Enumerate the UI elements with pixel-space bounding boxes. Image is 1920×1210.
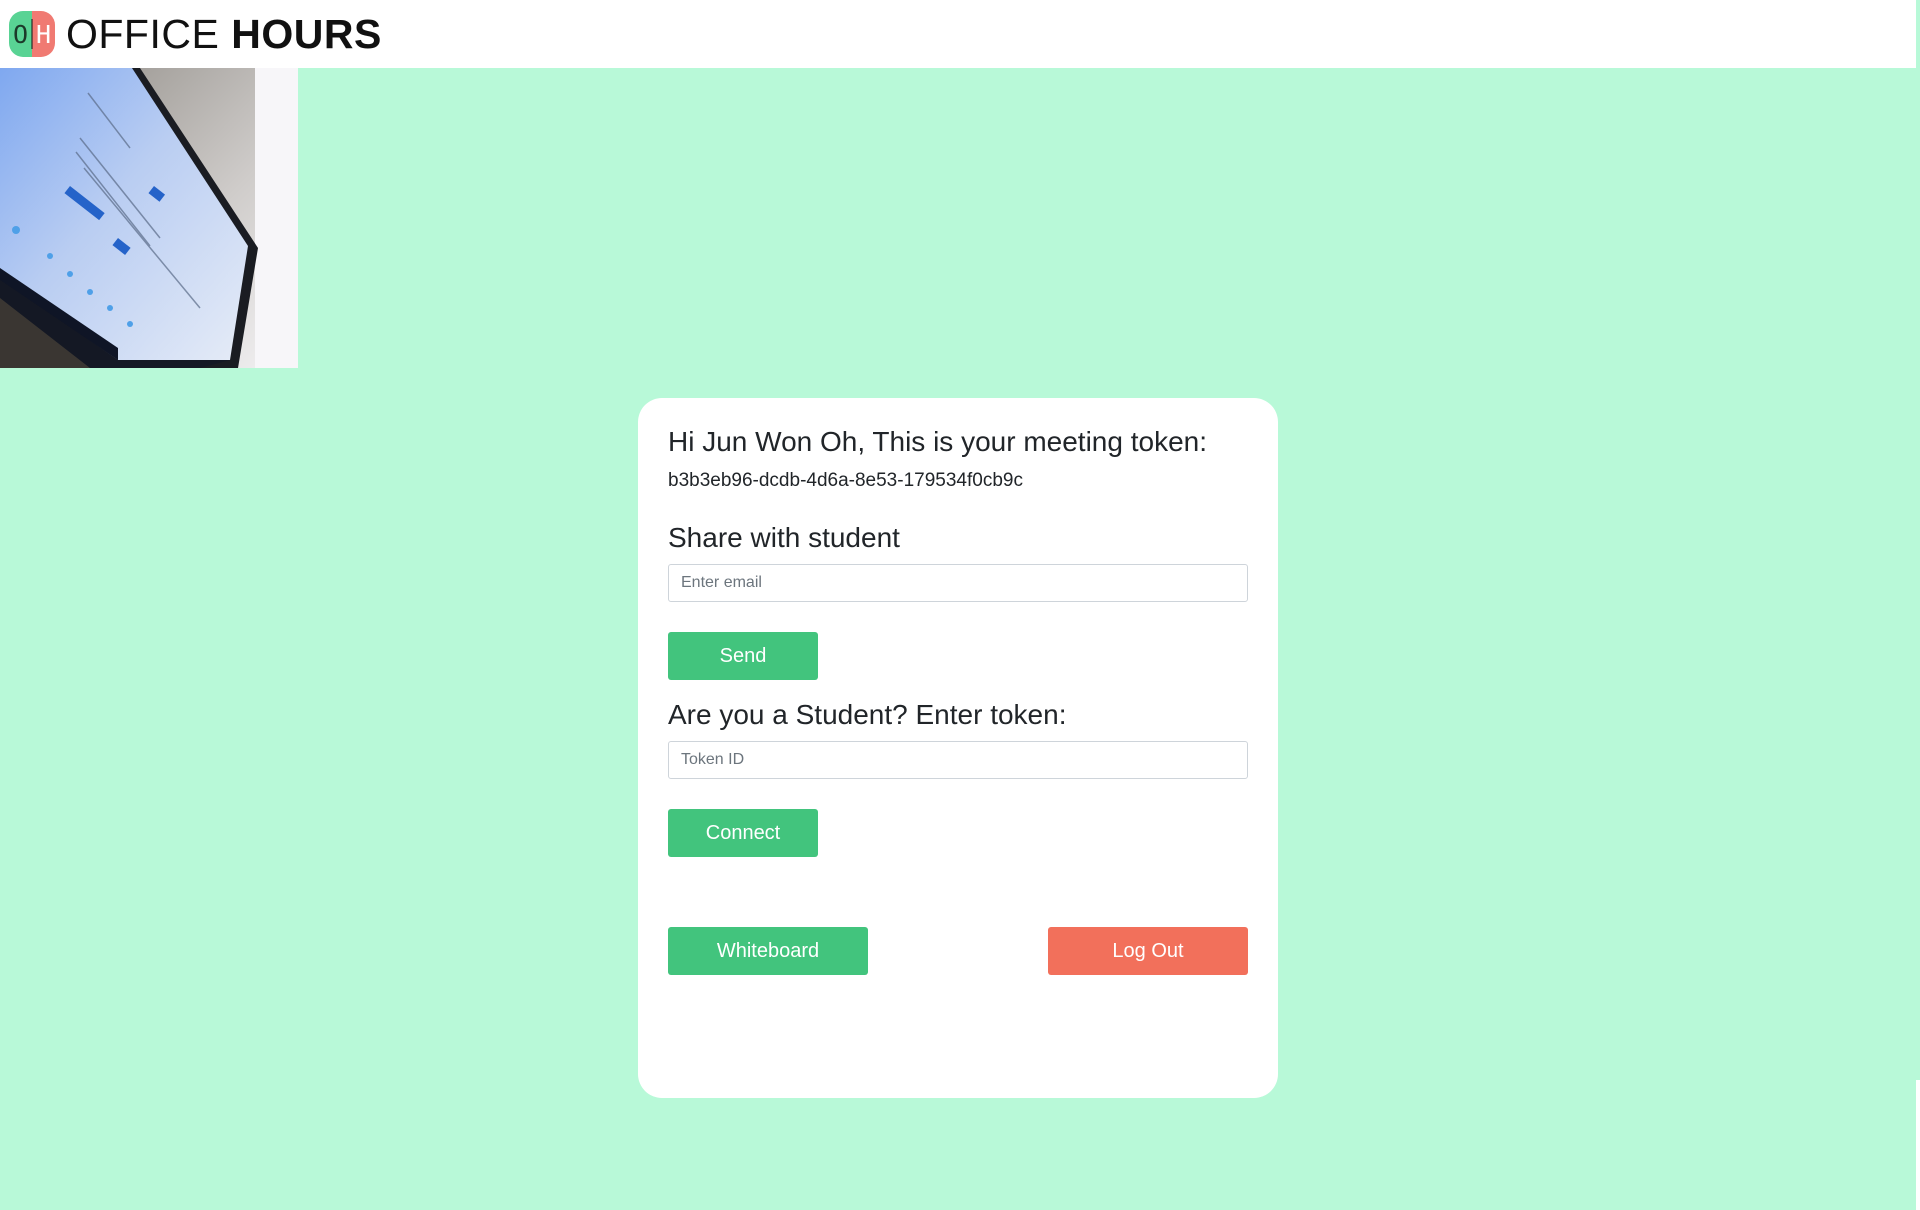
meeting-card: Hi Jun Won Oh, This is your meeting toke… bbox=[638, 398, 1278, 1098]
page-edge-lower bbox=[1916, 1080, 1920, 1210]
send-button[interactable]: Send bbox=[668, 632, 818, 680]
app-title-bold: HOURS bbox=[231, 11, 382, 57]
log-out-button[interactable]: Log Out bbox=[1048, 927, 1248, 975]
whiteboard-button[interactable]: Whiteboard bbox=[668, 927, 868, 975]
webcam-image-icon bbox=[0, 68, 298, 368]
logo-letter-h: H bbox=[32, 11, 55, 57]
share-with-student-label: Share with student bbox=[668, 522, 900, 553]
top-bar: O H OFFICE HOURS bbox=[0, 0, 1916, 68]
connect-button[interactable]: Connect bbox=[668, 809, 818, 857]
token-id-input[interactable] bbox=[668, 741, 1248, 779]
email-input[interactable] bbox=[668, 564, 1248, 602]
page-edge bbox=[1916, 0, 1920, 1080]
webcam-preview bbox=[0, 68, 298, 368]
app-title: OFFICE HOURS bbox=[66, 10, 382, 58]
greeting-heading: Hi Jun Won Oh, This is your meeting toke… bbox=[668, 426, 1207, 457]
logo-divider bbox=[31, 19, 33, 49]
app-title-light: OFFICE bbox=[66, 11, 220, 57]
student-token-label: Are you a Student? Enter token: bbox=[668, 699, 1067, 730]
office-hours-logo-icon: O H bbox=[9, 11, 55, 57]
logo-letter-o: O bbox=[9, 11, 32, 57]
meeting-token: b3b3eb96-dcdb-4d6a-8e53-179534f0cb9c bbox=[668, 470, 1023, 491]
